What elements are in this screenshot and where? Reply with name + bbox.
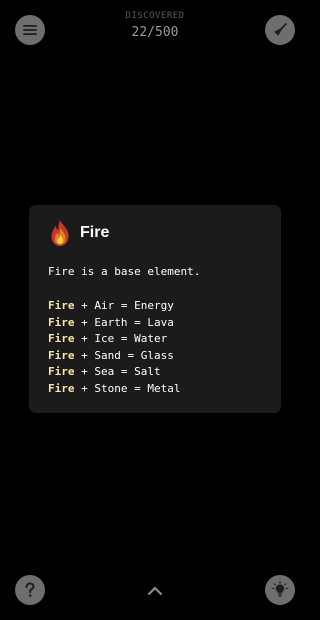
recipe-result: Glass xyxy=(140,348,174,362)
discovered-count: 22/500 xyxy=(131,25,179,40)
fire-icon xyxy=(48,219,72,247)
recipe-row: Fire + Air = Energy xyxy=(48,299,174,312)
recipe-first: Fire xyxy=(48,365,75,379)
recipe-list: Fire + Air = Energy Fire + Earth = Lava … xyxy=(48,298,263,398)
recipe-first: Fire xyxy=(48,332,75,346)
recipe-second: Earth xyxy=(94,315,128,329)
help-button[interactable] xyxy=(15,575,45,605)
lightbulb-icon xyxy=(271,581,289,599)
recipe-result: Energy xyxy=(134,299,174,312)
recipe-row: Fire + Sea = Salt xyxy=(48,365,161,379)
recipe-second: Air xyxy=(94,299,115,312)
element-info-card: Fire Fire is a base element. Fire + Air … xyxy=(29,205,281,413)
element-description: Fire is a base element. xyxy=(48,265,201,278)
clean-board-button[interactable] xyxy=(265,15,295,45)
recipe-result: Water xyxy=(134,332,168,346)
recipe-first: Fire xyxy=(48,348,75,362)
recipe-first: Fire xyxy=(48,299,75,312)
chevron-up-icon[interactable] xyxy=(145,583,165,597)
recipe-row: Fire + Sand = Glass xyxy=(48,348,174,362)
recipe-second: Ice xyxy=(94,332,115,346)
recipe-result: Salt xyxy=(134,365,161,379)
element-title: Fire xyxy=(80,224,110,241)
discovered-label: DISCOVERED xyxy=(125,11,185,21)
recipe-result: Lava xyxy=(147,315,174,329)
card-header: Fire xyxy=(48,219,263,247)
hint-button[interactable] xyxy=(265,575,295,605)
recipe-second: Sand xyxy=(94,348,121,362)
discovered-counter: DISCOVERED 22/500 xyxy=(0,10,310,42)
recipe-row: Fire + Earth = Lava xyxy=(48,315,174,329)
recipe-row: Fire + Stone = Metal xyxy=(48,381,181,395)
recipe-second: Stone xyxy=(94,381,128,395)
recipe-row: Fire + Ice = Water xyxy=(48,332,168,346)
question-mark-icon xyxy=(23,582,37,598)
broom-icon xyxy=(272,22,288,38)
recipe-first: Fire xyxy=(48,315,75,329)
recipe-result: Metal xyxy=(147,381,181,395)
recipe-first: Fire xyxy=(48,381,75,395)
recipe-second: Sea xyxy=(94,365,115,379)
